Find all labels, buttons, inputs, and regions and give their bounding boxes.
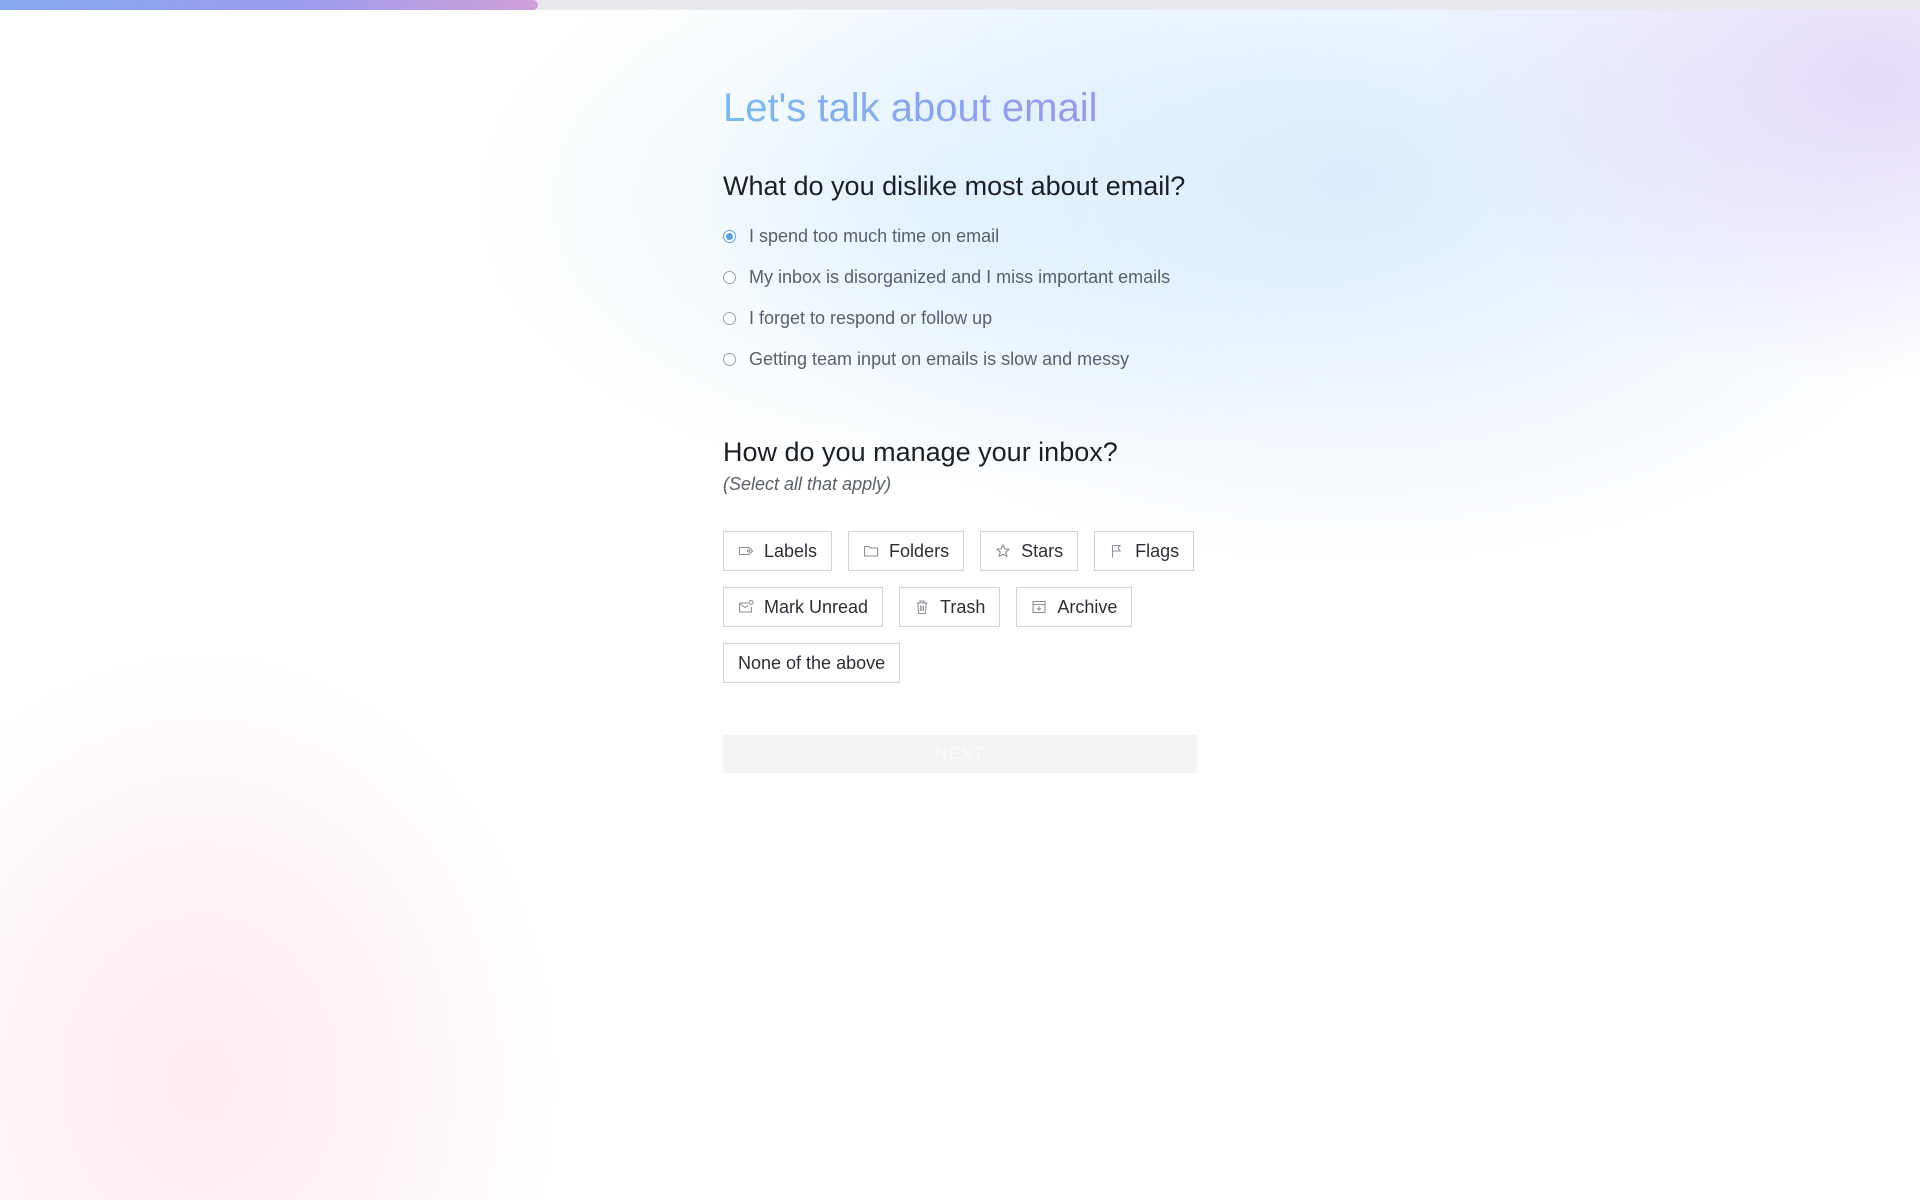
chip-label: Archive [1057,596,1118,617]
star-icon [996,544,1010,558]
chip-label: Folders [889,540,950,561]
radio-option-label: My inbox is disorganized and I miss impo… [749,267,1171,287]
chip-labels[interactable]: Labels [723,531,833,571]
radio-button[interactable] [723,353,736,366]
chip-label: Flags [1135,540,1180,561]
radio-selected-dot [726,233,733,240]
flag-icon [1112,544,1122,558]
radio-option-disorganized[interactable]: My inbox is disorganized and I miss impo… [723,257,1203,298]
survey-form: Let's talk about email What do you disli… [723,80,1203,773]
chip-label: Mark Unread [764,596,869,617]
chip-trash[interactable]: Trash [899,587,1001,627]
chip-mark-unread[interactable]: Mark Unread [723,587,884,627]
question-dislike-title: What do you dislike most about email? [723,171,1186,201]
chip-label: Trash [940,596,986,617]
chip-folders[interactable]: Folders [848,531,965,571]
chip-label: None of the above [738,652,886,673]
next-button[interactable]: NEXT [723,735,1197,773]
question-manage-inbox-title: How do you manage your inbox? [723,437,1118,467]
chip-label: Labels [764,540,818,561]
radio-option-label: Getting team input on emails is slow and… [749,349,1130,369]
chip-archive[interactable]: Archive [1016,587,1133,627]
archive-icon [1032,600,1046,614]
radio-button-checked[interactable] [723,230,736,243]
label-icon [738,546,754,556]
radio-option-label: I spend too much time on email [749,226,1000,246]
inbox-method-options: Labels Folders Stars Flags Mark Unread T… [723,531,1203,683]
mark-unread-icon [738,600,754,613]
chip-stars[interactable]: Stars [980,531,1079,571]
chip-flags[interactable]: Flags [1094,531,1195,571]
chip-label: Stars [1021,540,1064,561]
chip-row: Mark Unread Trash Archive [723,587,1203,627]
progress-bar [0,0,1920,10]
radio-button[interactable] [723,312,736,325]
folder-icon [863,545,879,557]
question-manage-inbox: How do you manage your inbox? (Select al… [723,434,1203,683]
radio-button[interactable] [723,271,736,284]
page-title: Let's talk about email [723,80,1098,136]
radio-option-follow-up[interactable]: I forget to respond or follow up [723,298,1203,339]
progress-bar-fill [0,0,538,10]
radio-option-team-input[interactable]: Getting team input on emails is slow and… [723,339,1203,380]
chip-row: None of the above [723,643,1203,683]
question-dislike: What do you dislike most about email? I … [723,168,1203,380]
radio-group-dislike: I spend too much time on email My inbox … [723,216,1203,380]
chip-row: Labels Folders Stars Flags [723,531,1203,571]
radio-option-time[interactable]: I spend too much time on email [723,216,1203,257]
question-manage-inbox-subtitle: (Select all that apply) [723,474,892,494]
chip-none-of-the-above[interactable]: None of the above [723,643,901,683]
radio-option-label: I forget to respond or follow up [749,308,993,328]
trash-icon [916,600,928,615]
